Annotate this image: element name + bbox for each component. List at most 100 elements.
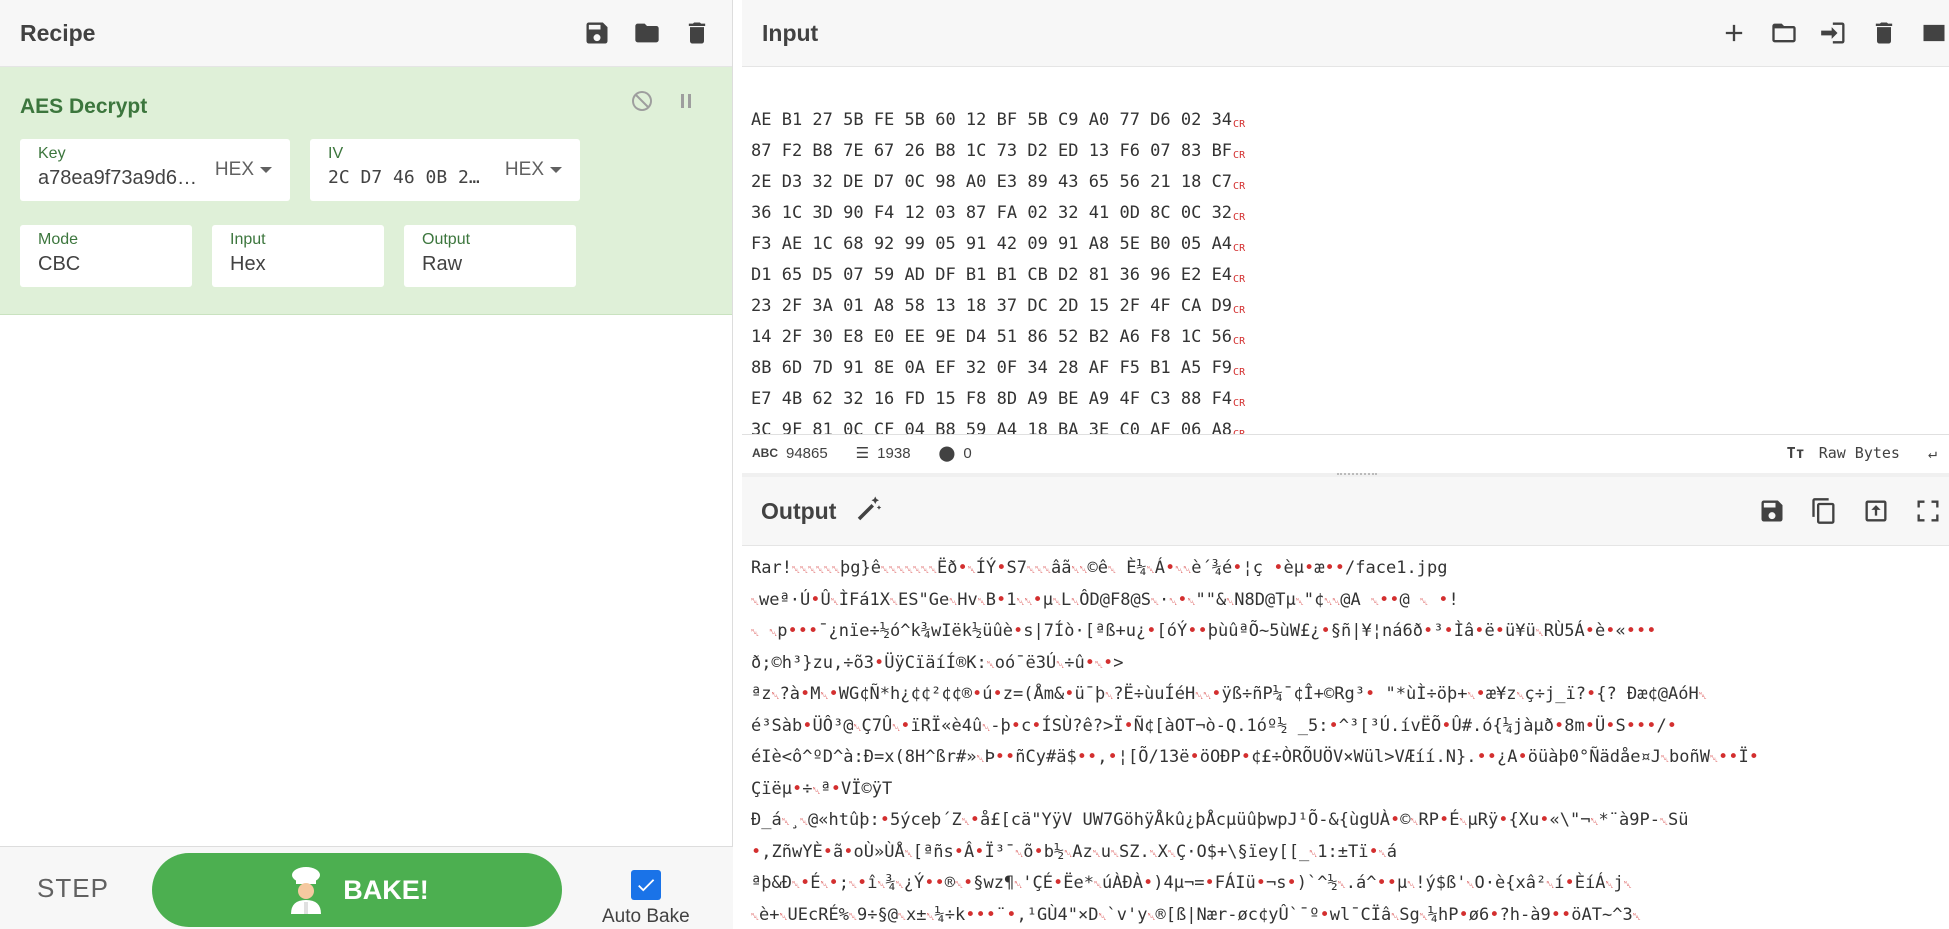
output-line: Çïëµ•÷␀ª•VÏ©ÿT [751,778,893,799]
carriage-return-marker: CR [1233,212,1246,223]
output-line: Rar!␀␀␀␀␀␀þg}ê␀␀␀␀␀␀␀Ëð•␀ÍÝ•S7␀␀␀âã␀␀©ê␀… [751,558,1448,578]
output-line: ␀è+␀UEcRÉ%␀9÷§@␀x±␀¼÷k•••¨•,¹GÙ4"×D␀`v'y… [751,904,1641,925]
input-hex-line: D1 65 D5 07 59 AD DF B1 B1 CB D2 81 36 9… [751,262,1949,293]
replace-input-icon[interactable] [1861,496,1891,526]
input-hex-text: E7 4B 62 32 16 FD 15 F8 8D A9 BE A9 4F C… [751,389,1233,409]
input-hex-line: 2E D3 32 DE D7 0C 98 A0 E3 89 43 65 56 2… [751,169,1949,200]
operation-title: AES Decrypt [20,95,148,118]
divider-grip[interactable] [1337,473,1377,476]
carriage-return-marker: CR [1233,150,1246,161]
controls-bar: STEP BAKE! Auto Bake [0,846,733,929]
pause-breakpoint-icon[interactable] [674,89,698,118]
output-format-field[interactable]: Output Raw [404,225,576,287]
copy-output-icon[interactable] [1809,496,1839,526]
autobake-checkbox[interactable] [630,870,661,900]
input-textarea[interactable]: AE B1 27 5B FE 5B 60 12 BF 5B C9 A0 77 D… [742,67,1949,434]
input-hex-line: 14 2F 30 E8 E0 EE 9E D4 51 86 52 B2 A6 F… [751,324,1949,355]
output-format-value[interactable]: Raw [422,253,558,276]
output-format-label: Output [422,231,471,248]
clear-input-trash-icon[interactable] [1869,18,1899,48]
disable-operation-icon[interactable] [630,89,654,118]
operation-header: AES Decrypt [20,67,712,139]
input-hex-line: 8B 6D 7D 91 8E 0A EF 32 0F 34 28 AF F5 B… [751,355,1949,386]
encoding-value: Raw Bytes [1818,444,1900,462]
step-button[interactable]: STEP [37,873,115,904]
encoding-selector[interactable]: Tт Raw Bytes ↵ [1787,444,1937,462]
input-format-field[interactable]: Input Hex [212,225,384,287]
input-header-icons [1719,18,1949,48]
key-iv-row: Key a78ea9f73a9d6… HEX IV 2C D7 46 0B 2…… [20,139,712,201]
input-hex-text: AE B1 27 5B FE 5B 60 12 BF 5B C9 A0 77 D… [751,110,1233,130]
add-tab-plus-icon[interactable] [1719,18,1749,48]
line-ending-icon[interactable]: ↵ [1928,444,1937,462]
output-line: Ð_á␀¸␀@«htûþ:•5ýceþ´Z␀•å£[cä"YÿV UW7Göhÿ… [751,810,1689,830]
recipe-header-icons [582,18,712,48]
mode-value[interactable]: CBC [38,253,174,276]
output-line: ð;©h³}zu,÷õ3•ÜÿCïäíÍ®K:␀oó¯ë3Ú␀÷û•␀•> [751,652,1124,673]
open-file-input-icon[interactable] [1819,18,1849,48]
mode-field[interactable]: Mode CBC [20,225,192,287]
input-hex-line: AE B1 27 5B FE 5B 60 12 BF 5B C9 A0 77 D… [751,107,1949,138]
output-header-icons [1757,496,1943,526]
iv-format-label: HEX [504,159,544,180]
iv-value[interactable]: 2C D7 46 0B 2… [328,167,493,188]
position-value: 0 [963,444,972,462]
bake-button[interactable]: BAKE! [152,853,562,927]
output-line: ªz␀?à•M␀•WG¢Ñ*h¿¢¢²¢¢®•ú•z=(Åm&•ü¯þ␀?Ë÷ù… [751,684,1707,704]
output-header: Output [742,477,1949,546]
chevron-down-icon [550,167,562,173]
iv-field[interactable]: IV 2C D7 46 0B 2… HEX [310,139,580,201]
input-hex-text: 36 1C 3D 90 F4 12 03 87 FA 02 32 41 0D 8… [751,203,1233,223]
load-recipe-folder-icon[interactable] [632,18,662,48]
key-field[interactable]: Key a78ea9f73a9d6… HEX [20,139,290,201]
input-hex-line: E7 4B 62 32 16 FD 15 F8 8D A9 BE A9 4F C… [751,386,1949,417]
iv-format-dropdown[interactable]: HEX [505,159,562,181]
output-line: ␀weª·Ú•Û␀ÌFá1X␀ES"Ge␀Hv␀B•1␀␀•µ␀L␀ÔD@F8@… [751,589,1459,610]
autobake-toggle[interactable]: Auto Bake [602,870,690,928]
open-folder-icon[interactable] [1769,18,1799,48]
output-line: é³Sàb•ÜÔ³@␀Ç7Û␀•ïRÏ«è4û␀-þ•c•ÍSÙ?ê?>Ï•Ñ¢… [751,715,1677,736]
input-pane: Input AE B1 27 5B FE 5B 60 12 BF 5B C9 A… [742,0,1949,473]
output-line: éIè<ô^ºD^à:Ð=x(8H^ßr#»␀Þ••ñCy#ä$••,•¦[Õ/… [751,747,1759,767]
output-line: •,ZñwYÈ•ã•oÙ»ÙÅ␀[ªñs•Â•Ï³¯␀õ•b½␀Az␀u␀SZ.… [751,841,1397,862]
lines-stat: ☰ 1938 [856,444,911,463]
input-hex-text: 2E D3 32 DE D7 0C 98 A0 E3 89 43 65 56 2… [751,172,1233,192]
save-recipe-icon[interactable] [582,18,612,48]
output-textarea[interactable]: Rar!␀␀␀␀␀␀þg}ê␀␀␀␀␀␀␀Ëð•␀ÍÝ•S7␀␀␀âã␀␀©ê␀… [742,546,1949,929]
mode-row: Mode CBC Input Hex Output Raw [20,225,712,287]
aes-decrypt-operation: AES Decrypt Key a78ea9f73a9d6… HEX IV 2C… [0,67,732,315]
carriage-return-marker: CR [1233,367,1246,378]
location-pin-icon: ⬤ [938,445,956,462]
maximise-output-icon[interactable] [1913,496,1943,526]
reset-layout-icon[interactable] [1919,18,1949,48]
check-icon [637,879,655,892]
input-format-value[interactable]: Hex [230,253,366,276]
input-hex-text: 14 2F 30 E8 E0 EE 9E D4 51 86 52 B2 A6 F… [751,327,1233,347]
output-pane: Output Rar!␀␀␀␀␀␀þg}ê␀␀␀␀␀␀␀Ëð•␀ÍÝ•S7␀␀␀… [742,477,1949,929]
input-header: Input [742,0,1949,67]
input-hex-line: 3C 9F 81 0C CF 04 B8 59 A4 18 BA 3E C0 A… [751,417,1949,434]
autobake-label: Auto Bake [602,906,690,927]
output-line: ␀ ␀p•••¯¿nïe÷½ó^k¾wIëk½üûè•s|7Íò·[ªß+u¿•… [751,621,1657,641]
output-line: ªþ&Ð␀•É␀•;␀•î␀¾␀¿Ý••®␀•§wz¶␀'ÇÉ•Ëe*␀úÀÐÀ… [751,873,1632,893]
magic-wand-icon[interactable] [854,494,884,529]
carriage-return-marker: CR [1233,305,1246,316]
recipe-pane: Recipe AES Decrypt Key a78ea9f73a9d6… HE… [0,0,733,929]
input-hex-text: 3C 9F 81 0C CF 04 B8 59 A4 18 BA 3E C0 A… [751,420,1233,434]
clear-recipe-trash-icon[interactable] [682,18,712,48]
bake-label: BAKE! [343,874,429,905]
carriage-return-marker: CR [1233,336,1246,347]
chef-icon [285,866,327,914]
key-value[interactable]: a78ea9f73a9d6… [38,167,198,190]
input-hex-line: 87 F2 B8 7E 67 26 B8 1C 73 D2 ED 13 F6 0… [751,138,1949,169]
input-hex-line: 36 1C 3D 90 F4 12 03 87 FA 02 32 41 0D 8… [751,200,1949,231]
recipe-header: Recipe [0,0,732,67]
input-hex-text: F3 AE 1C 68 92 99 05 91 42 09 91 A8 5E B… [751,234,1233,254]
carriage-return-marker: CR [1233,274,1246,285]
save-output-icon[interactable] [1757,496,1787,526]
operation-controls [630,89,698,118]
input-format-label: Input [230,231,266,248]
key-format-dropdown[interactable]: HEX [215,159,272,181]
cyberchef-app: Recipe AES Decrypt Key a78ea9f73a9d6… HE… [0,0,1949,929]
length-value: 94865 [786,444,828,462]
